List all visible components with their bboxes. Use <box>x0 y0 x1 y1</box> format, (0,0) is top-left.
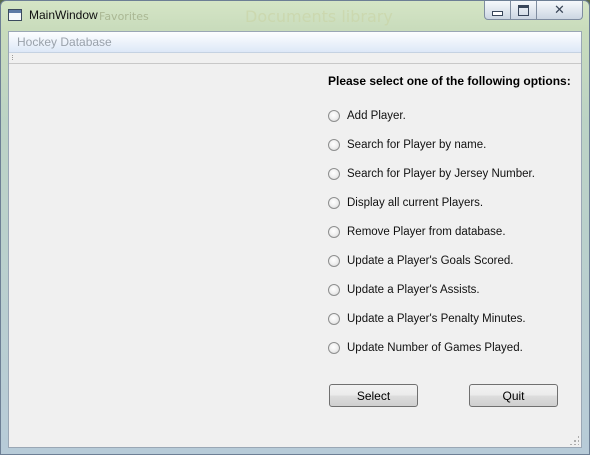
option-label: Search for Player by Jersey Number. <box>347 168 535 180</box>
title-bar[interactable]: Favorites Documents library MainWindow ✕ <box>1 1 589 31</box>
radio-button-icon[interactable] <box>328 226 340 238</box>
option-label: Remove Player from database. <box>347 226 506 238</box>
option-update-assists[interactable]: Update a Player's Assists. <box>328 282 480 298</box>
close-button[interactable]: ✕ <box>537 1 583 20</box>
radio-button-icon[interactable] <box>328 139 340 151</box>
option-update-goals[interactable]: Update a Player's Goals Scored. <box>328 253 513 269</box>
maximize-icon <box>518 4 529 16</box>
option-remove-player[interactable]: Remove Player from database. <box>328 224 506 240</box>
size-grip-icon[interactable] <box>569 435 579 445</box>
select-button[interactable]: Select <box>329 384 418 407</box>
option-label: Add Player. <box>347 110 406 122</box>
caption-buttons: ✕ <box>484 1 583 21</box>
background-text-favorites: Favorites <box>99 10 149 23</box>
option-add-player[interactable]: Add Player. <box>328 108 406 124</box>
radio-button-icon[interactable] <box>328 168 340 180</box>
menu-bar: Hockey Database <box>9 32 581 53</box>
option-label: Update a Player's Goals Scored. <box>347 255 514 267</box>
option-display-all[interactable]: Display all current Players. <box>328 195 483 211</box>
option-update-games-played[interactable]: Update Number of Games Played. <box>328 340 523 356</box>
option-label: Update a Player's Penalty Minutes. <box>347 313 526 325</box>
radio-button-icon[interactable] <box>328 110 340 122</box>
quit-button[interactable]: Quit <box>469 384 558 407</box>
maximize-button[interactable] <box>511 1 537 20</box>
radio-button-icon[interactable] <box>328 342 340 354</box>
toolbar-handle[interactable] <box>12 55 15 60</box>
close-icon: ✕ <box>554 2 565 18</box>
main-window: Favorites Documents library MainWindow ✕… <box>0 0 590 455</box>
radio-button-icon[interactable] <box>328 255 340 267</box>
menu-hockey-database[interactable]: Hockey Database <box>17 35 112 49</box>
radio-button-icon[interactable] <box>328 284 340 296</box>
option-label: Display all current Players. <box>347 197 484 209</box>
client-area: Hockey Database Please select one of the… <box>8 31 582 448</box>
minimize-button[interactable] <box>484 1 511 20</box>
window-icon[interactable] <box>8 9 22 21</box>
minimize-icon <box>492 10 503 16</box>
option-label: Search for Player by name. <box>347 139 487 151</box>
option-label: Update a Player's Assists. <box>347 284 480 296</box>
option-update-penalty-minutes[interactable]: Update a Player's Penalty Minutes. <box>328 311 526 327</box>
radio-button-icon[interactable] <box>328 197 340 209</box>
toolbar-divider <box>9 63 581 64</box>
options-prompt: Please select one of the following optio… <box>328 74 571 88</box>
option-search-by-jersey[interactable]: Search for Player by Jersey Number. <box>328 166 535 182</box>
radio-button-icon[interactable] <box>328 313 340 325</box>
option-search-by-name[interactable]: Search for Player by name. <box>328 137 486 153</box>
option-label: Update Number of Games Played. <box>347 342 523 354</box>
window-title: MainWindow <box>29 8 98 22</box>
background-text-library: Documents library <box>245 7 393 26</box>
